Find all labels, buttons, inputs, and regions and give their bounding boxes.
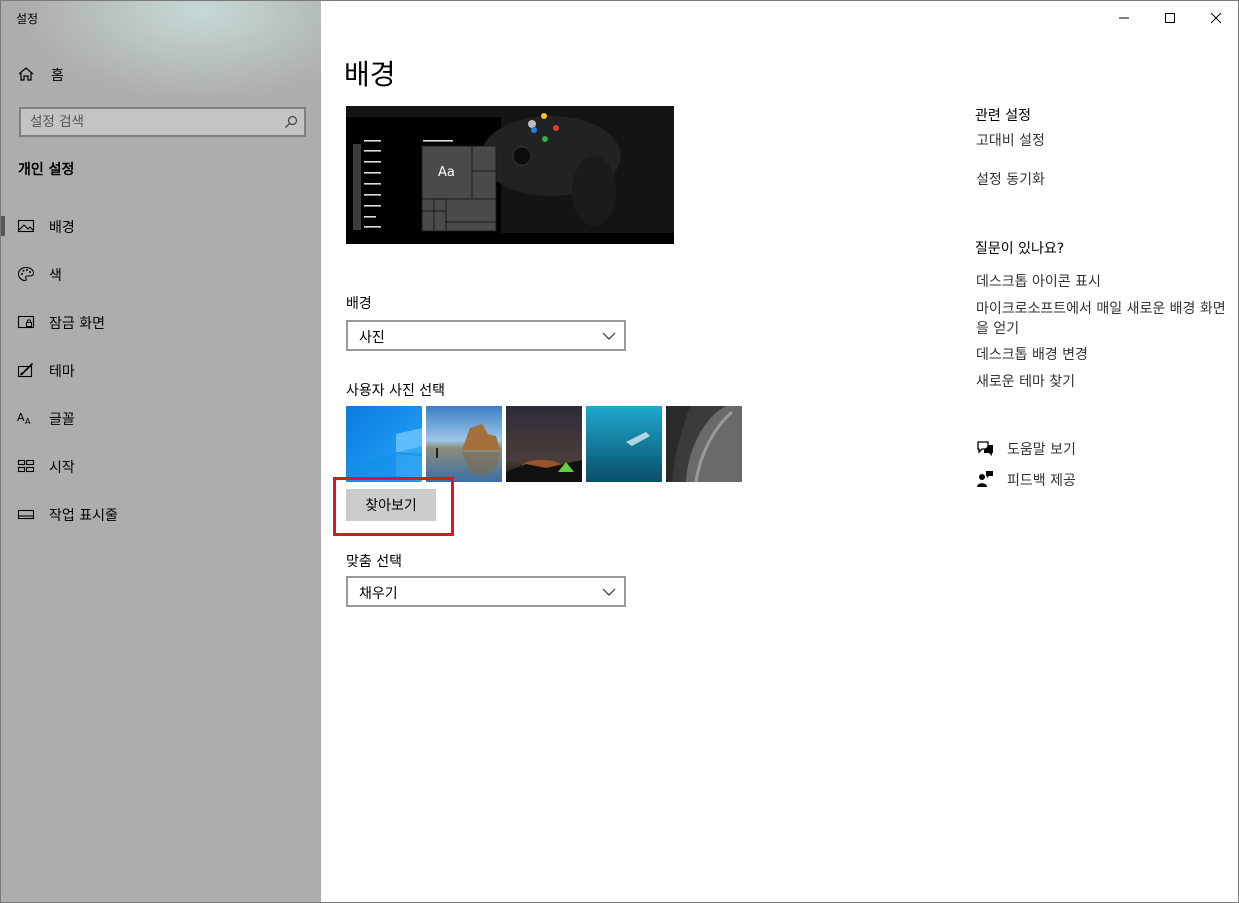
preview-image: [346, 106, 674, 244]
fit-label: 맞춤 선택: [346, 554, 402, 570]
fit-dropdown[interactable]: 채우기: [346, 576, 626, 607]
feedback-icon: [977, 471, 993, 487]
preview-sample-text: Aa: [438, 165, 455, 180]
sidebar-item-home[interactable]: 홈: [1, 59, 321, 89]
lock-screen-icon: [17, 315, 35, 329]
sidebar-item-background[interactable]: 배경: [1, 211, 321, 241]
sidebar-item-label: 테마: [49, 364, 75, 380]
sidebar-item-label: 작업 표시줄: [49, 508, 118, 524]
search-icon[interactable]: [284, 115, 298, 129]
picture-thumbnail-night-sky[interactable]: [506, 406, 582, 482]
settings-window: 설정 홈 개인 설정 배경: [0, 0, 1239, 903]
picture-thumbnail-underwater[interactable]: [586, 406, 662, 482]
sidebar-item-label: 시작: [49, 460, 75, 476]
link-high-contrast[interactable]: 고대비 설정: [976, 131, 1045, 151]
taskbar-icon: [17, 509, 35, 520]
link-desktop-icons[interactable]: 데스크톱 아이콘 표시: [976, 272, 1101, 292]
sidebar-item-label: 글꼴: [49, 412, 75, 428]
get-help-label: 도움말 보기: [1007, 442, 1076, 458]
maximize-button[interactable]: [1147, 1, 1193, 35]
search-input[interactable]: [21, 109, 271, 135]
picture-thumbnails: [346, 406, 746, 482]
sidebar-item-color[interactable]: 색: [1, 259, 321, 289]
picture-thumbnail-rock[interactable]: [666, 406, 742, 482]
background-preview: Aa: [346, 106, 674, 244]
chevron-down-icon: [602, 332, 616, 340]
give-feedback-label: 피드백 제공: [1007, 473, 1076, 489]
home-icon: [18, 67, 34, 81]
picture-thumbnail-windows[interactable]: [346, 406, 422, 482]
sidebar-item-taskbar[interactable]: 작업 표시줄: [1, 499, 321, 529]
picture-thumbnail-beach[interactable]: [426, 406, 502, 482]
font-icon: A A: [17, 411, 31, 426]
questions-title: 질문이 있나요?: [975, 241, 1065, 257]
theme-icon: [17, 362, 34, 378]
sidebar-item-start[interactable]: 시작: [1, 451, 321, 481]
related-settings-title: 관련 설정: [975, 108, 1031, 124]
maximize-icon: [1165, 13, 1175, 23]
sidebar-item-theme[interactable]: 테마: [1, 355, 321, 385]
sidebar-item-label: 잠금 화면: [49, 316, 105, 332]
help-chat-icon: [977, 441, 993, 456]
picture-icon: [17, 219, 35, 233]
sidebar-item-lock-screen[interactable]: 잠금 화면: [1, 307, 321, 337]
sidebar-item-label: 배경: [49, 220, 75, 236]
background-label: 배경: [346, 296, 372, 312]
search-box[interactable]: [19, 107, 306, 137]
chevron-down-icon: [602, 588, 616, 596]
browse-button[interactable]: 찾아보기: [346, 489, 436, 521]
start-icon: [17, 459, 35, 473]
link-daily-wallpaper[interactable]: 마이크로소프트에서 매일 새로운 배경 화면을 얻기: [976, 299, 1226, 339]
sidebar: 설정 홈 개인 설정 배경: [1, 1, 321, 902]
choose-picture-label: 사용자 사진 선택: [346, 383, 446, 399]
close-icon: [1210, 12, 1222, 24]
minimize-icon: [1119, 17, 1129, 19]
svg-text:A: A: [25, 417, 31, 426]
palette-icon: [17, 266, 35, 282]
page-title: 배경: [344, 58, 396, 91]
svg-text:A: A: [17, 411, 25, 424]
background-dropdown[interactable]: 사진: [346, 320, 626, 351]
sidebar-item-label: 홈: [51, 68, 64, 84]
section-title: 개인 설정: [18, 162, 75, 178]
close-button[interactable]: [1193, 1, 1238, 35]
background-dropdown-value: 사진: [359, 330, 385, 346]
minimize-button[interactable]: [1101, 1, 1147, 35]
fit-dropdown-value: 채우기: [359, 586, 398, 602]
sidebar-item-font[interactable]: A A 글꼴: [1, 403, 321, 433]
link-sync-settings[interactable]: 설정 동기화: [976, 170, 1045, 190]
link-change-desktop-background[interactable]: 데스크톱 배경 변경: [976, 345, 1088, 365]
app-title: 설정: [16, 12, 39, 26]
link-find-themes[interactable]: 새로운 테마 찾기: [976, 372, 1075, 392]
sidebar-item-label: 색: [49, 268, 62, 284]
